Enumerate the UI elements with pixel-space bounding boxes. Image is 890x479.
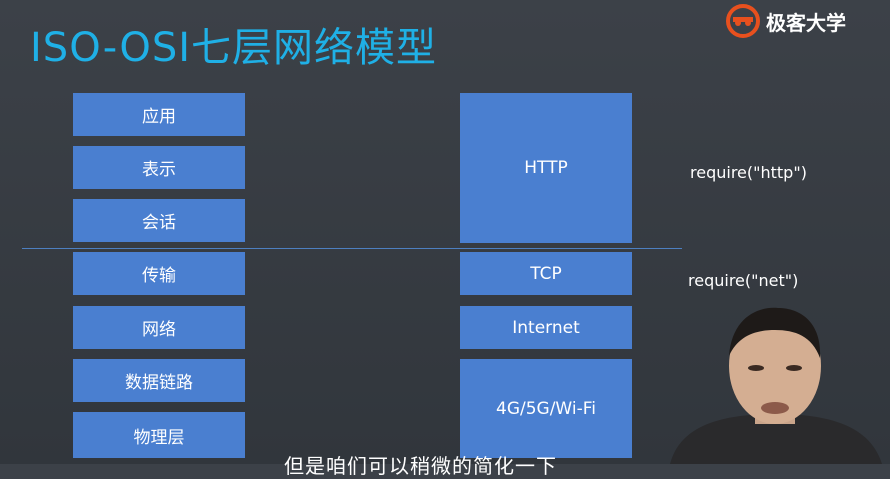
geek-university-logo-icon bbox=[726, 4, 760, 38]
layer-presentation: 表示 bbox=[73, 146, 245, 189]
brand-logo: 极客大学 bbox=[726, 4, 846, 38]
protocol-tcp: TCP bbox=[460, 252, 632, 295]
layer-transport: 传输 bbox=[73, 252, 245, 295]
video-subtitle: 但是咱们可以稍微的简化一下 bbox=[284, 454, 557, 478]
layer-data-link: 数据链路 bbox=[73, 359, 245, 402]
protocol-link: 4G/5G/Wi-Fi bbox=[460, 359, 632, 458]
brand-name: 极客大学 bbox=[766, 10, 846, 35]
protocol-internet: Internet bbox=[460, 306, 632, 349]
presenter-video bbox=[660, 296, 890, 464]
layer-physical: 物理层 bbox=[73, 412, 245, 458]
note-require-http: require("http") bbox=[690, 163, 807, 182]
protocol-http: HTTP bbox=[460, 93, 632, 243]
layer-session: 会话 bbox=[73, 199, 245, 242]
layer-divider-line bbox=[22, 248, 682, 249]
note-require-net: require("net") bbox=[688, 271, 799, 290]
slide-title: ISO-OSI七层网络模型 bbox=[30, 25, 438, 71]
layer-application: 应用 bbox=[73, 93, 245, 136]
layer-network: 网络 bbox=[73, 306, 245, 349]
